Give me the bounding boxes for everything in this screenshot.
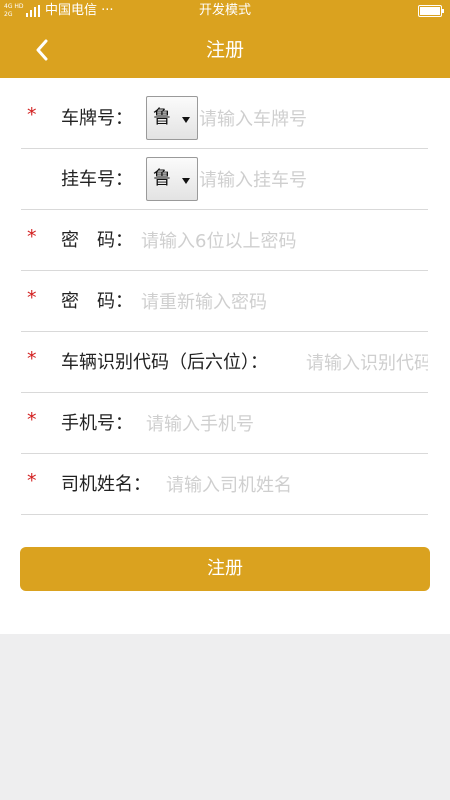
plate-number-label: 车牌号： bbox=[61, 108, 133, 129]
phone-input[interactable] bbox=[146, 411, 424, 437]
required-mark: * bbox=[27, 104, 37, 126]
plate-province-value: 鲁 bbox=[153, 107, 171, 128]
required-mark: * bbox=[27, 409, 37, 431]
phone-row: * 手机号： bbox=[21, 393, 428, 454]
driver-name-row: * 司机姓名： bbox=[21, 454, 428, 515]
driver-name-label: 司机姓名： bbox=[61, 474, 151, 495]
vin-row: * 车辆识别代码（后六位）： bbox=[21, 332, 428, 393]
register-button[interactable]: 注册 bbox=[20, 547, 430, 591]
trailer-number-row: 挂车号： 鲁 bbox=[21, 149, 428, 210]
required-mark: * bbox=[27, 287, 37, 309]
required-mark: * bbox=[27, 348, 37, 370]
trailer-number-label: 挂车号： bbox=[61, 169, 133, 190]
trailer-number-input[interactable] bbox=[199, 167, 424, 193]
password-input[interactable] bbox=[141, 228, 424, 254]
confirm-password-label: 密 码： bbox=[61, 291, 133, 312]
plate-province-select[interactable]: 鲁 bbox=[146, 96, 198, 140]
dropdown-arrow-icon bbox=[182, 117, 190, 123]
vin-label: 车辆识别代码（后六位）： bbox=[61, 352, 268, 373]
page-title: 注册 bbox=[205, 39, 244, 61]
required-mark: * bbox=[27, 226, 37, 248]
vin-input[interactable] bbox=[306, 350, 428, 376]
trailer-province-value: 鲁 bbox=[153, 168, 171, 189]
developer-mode-label: 开发模式 bbox=[198, 3, 251, 18]
confirm-password-row: * 密 码： bbox=[21, 271, 428, 332]
password-label: 密 码： bbox=[61, 230, 133, 251]
driver-name-input[interactable] bbox=[166, 472, 424, 498]
battery-icon bbox=[418, 5, 444, 17]
confirm-password-input[interactable] bbox=[141, 289, 424, 315]
phone-label: 手机号： bbox=[61, 413, 133, 434]
trailer-province-select[interactable]: 鲁 bbox=[146, 157, 198, 201]
required-mark: * bbox=[27, 470, 37, 492]
header-bar: 注册 bbox=[0, 22, 450, 78]
plate-number-row: * 车牌号： 鲁 bbox=[21, 88, 428, 149]
plate-number-input[interactable] bbox=[199, 106, 424, 132]
password-row: * 密 码： bbox=[21, 210, 428, 271]
status-bar: 4G HD 2G 中国电信 ··· 开发模式 bbox=[0, 0, 450, 22]
dropdown-arrow-icon bbox=[182, 178, 190, 184]
